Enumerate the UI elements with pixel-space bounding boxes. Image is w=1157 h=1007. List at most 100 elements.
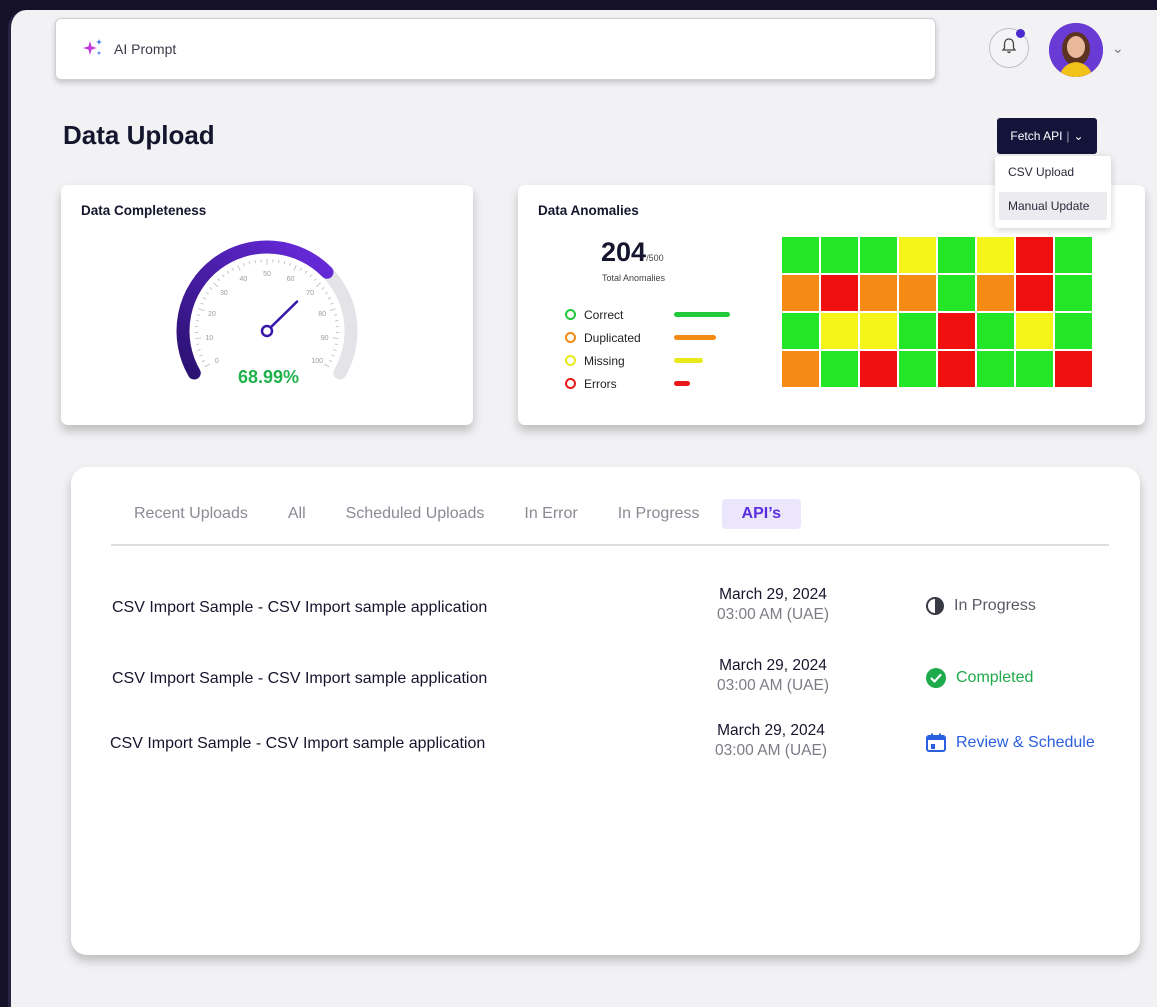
anomalies-subtitle: Total Anomalies — [602, 273, 666, 283]
heatmap-cell — [899, 313, 936, 349]
gauge-tick — [196, 343, 200, 345]
tab-scheduled-uploads[interactable]: Scheduled Uploads — [326, 499, 505, 529]
heatmap-cell — [782, 275, 819, 311]
upload-date-time: 03:00 AM (UAE) — [717, 606, 829, 623]
gauge-tick — [196, 314, 200, 316]
gauge-tick — [231, 267, 235, 271]
heatmap-cell — [821, 351, 858, 387]
gauge-tick — [327, 297, 331, 300]
gauge-tick — [299, 267, 303, 271]
gauge-tick-label: 40 — [240, 276, 248, 283]
upload-date: March 29, 2024 03:00 AM (UAE) — [688, 657, 858, 695]
fetch-api-button[interactable]: Fetch API | ⌄ — [997, 118, 1097, 154]
chevron-down-icon[interactable]: ⌄ — [1112, 40, 1124, 57]
gauge-tick — [332, 337, 339, 339]
heatmap-cell — [860, 351, 897, 387]
gauge-tick — [213, 282, 219, 288]
gauge-needle — [270, 300, 299, 329]
gauge-tick — [205, 292, 209, 295]
heatmap-cell — [899, 275, 936, 311]
gauge-tick — [283, 261, 286, 265]
heatmap-cell — [1016, 275, 1053, 311]
upload-title[interactable]: CSV Import Sample - CSV Import sample ap… — [112, 599, 487, 617]
completeness-gauge: 0 10 20 30 40 50 60 70 80 90 100 — [176, 240, 358, 380]
heatmap-cell — [899, 351, 936, 387]
heatmap-cell — [1016, 313, 1053, 349]
heatmap-cell — [1055, 275, 1092, 311]
tab-in-error[interactable]: In Error — [504, 499, 597, 529]
heatmap-cell — [1016, 351, 1053, 387]
upload-status-label: In Progress — [954, 597, 1036, 614]
legend-label: Missing — [584, 353, 625, 368]
tab-api-s[interactable]: API’s — [721, 499, 801, 529]
anomalies-max: /500 — [646, 253, 664, 263]
upload-date: March 29, 2024 03:00 AM (UAE) — [688, 586, 858, 624]
dropdown-item-manual-update[interactable]: Manual Update — [999, 192, 1107, 220]
anomalies-count: 204 — [601, 237, 647, 267]
gauge-fill — [176, 240, 334, 380]
ai-prompt-input[interactable]: AI Prompt — [55, 18, 936, 80]
upload-date-day: March 29, 2024 — [719, 586, 827, 603]
gauge-tick — [200, 302, 204, 305]
avatar[interactable] — [1049, 23, 1103, 77]
gauge-tick — [334, 314, 338, 316]
heatmap-cell — [1055, 313, 1092, 349]
legend-ring-icon — [565, 309, 576, 320]
gauge-tick — [221, 274, 225, 278]
legend-bar — [674, 358, 704, 363]
tab-in-progress[interactable]: In Progress — [598, 499, 720, 529]
heatmap-cell — [938, 313, 975, 349]
notification-button[interactable] — [989, 28, 1029, 68]
upload-status: Completed — [925, 667, 1033, 689]
legend-item: Errors — [565, 372, 730, 395]
gauge-tick-label: 100 — [311, 358, 323, 365]
dropdown-item-csv-upload[interactable]: CSV Upload — [995, 156, 1111, 188]
upload-title[interactable]: CSV Import Sample - CSV Import sample ap… — [112, 670, 487, 688]
fetch-api-label: Fetch API — [1010, 129, 1063, 143]
legend-bar — [674, 381, 691, 386]
heatmap-cell — [938, 275, 975, 311]
heatmap-cell — [938, 351, 975, 387]
upload-status-label: Review & Schedule — [956, 734, 1095, 751]
gauge-tick — [321, 287, 325, 290]
calendar-icon — [925, 732, 947, 754]
check-circle-icon — [925, 667, 947, 689]
heatmap-cell — [821, 275, 858, 311]
upload-title[interactable]: CSV Import Sample - CSV Import sample ap… — [110, 735, 485, 753]
heatmap-cell — [1055, 351, 1092, 387]
gauge-tick — [304, 270, 308, 274]
tab-recent-uploads[interactable]: Recent Uploads — [111, 499, 268, 529]
half-circle-icon — [925, 596, 945, 616]
gauge-tick — [254, 259, 256, 264]
legend-ring-icon — [565, 332, 576, 343]
gauge-tick — [315, 282, 321, 288]
heatmap-cell — [860, 313, 897, 349]
page-title: Data Upload — [63, 120, 215, 150]
ai-prompt-label: AI Prompt — [114, 41, 177, 57]
heatmap-cell — [1055, 237, 1092, 273]
bell-icon — [1001, 37, 1017, 60]
gauge-tick — [325, 292, 329, 295]
legend-ring-icon — [565, 355, 576, 366]
heatmap-cell — [782, 313, 819, 349]
gauge-tick — [199, 354, 203, 357]
heatmap-cell — [821, 313, 858, 349]
anomalies-heatmap — [782, 237, 1092, 387]
heatmap-cell — [977, 275, 1014, 311]
upload-date-day: March 29, 2024 — [717, 722, 825, 739]
sparkle-icon — [82, 38, 104, 61]
legend-label: Duplicated — [584, 330, 641, 345]
legend-label: Errors — [584, 376, 617, 391]
gauge-tick-label: 0 — [215, 358, 219, 365]
tab-all[interactable]: All — [268, 499, 326, 529]
heatmap-cell — [782, 237, 819, 273]
tab-bar: Recent Uploads All Scheduled Uploads In Err… — [111, 499, 801, 529]
heatmap-cell — [860, 237, 897, 273]
upload-status[interactable]: Review & Schedule — [925, 732, 1095, 754]
heatmap-cell — [782, 351, 819, 387]
chevron-down-icon: ⌄ — [1073, 129, 1084, 143]
upload-status-label: Completed — [956, 669, 1034, 686]
gauge-tick — [195, 337, 202, 339]
gauge-tick — [209, 287, 213, 290]
legend-bar — [674, 312, 730, 317]
